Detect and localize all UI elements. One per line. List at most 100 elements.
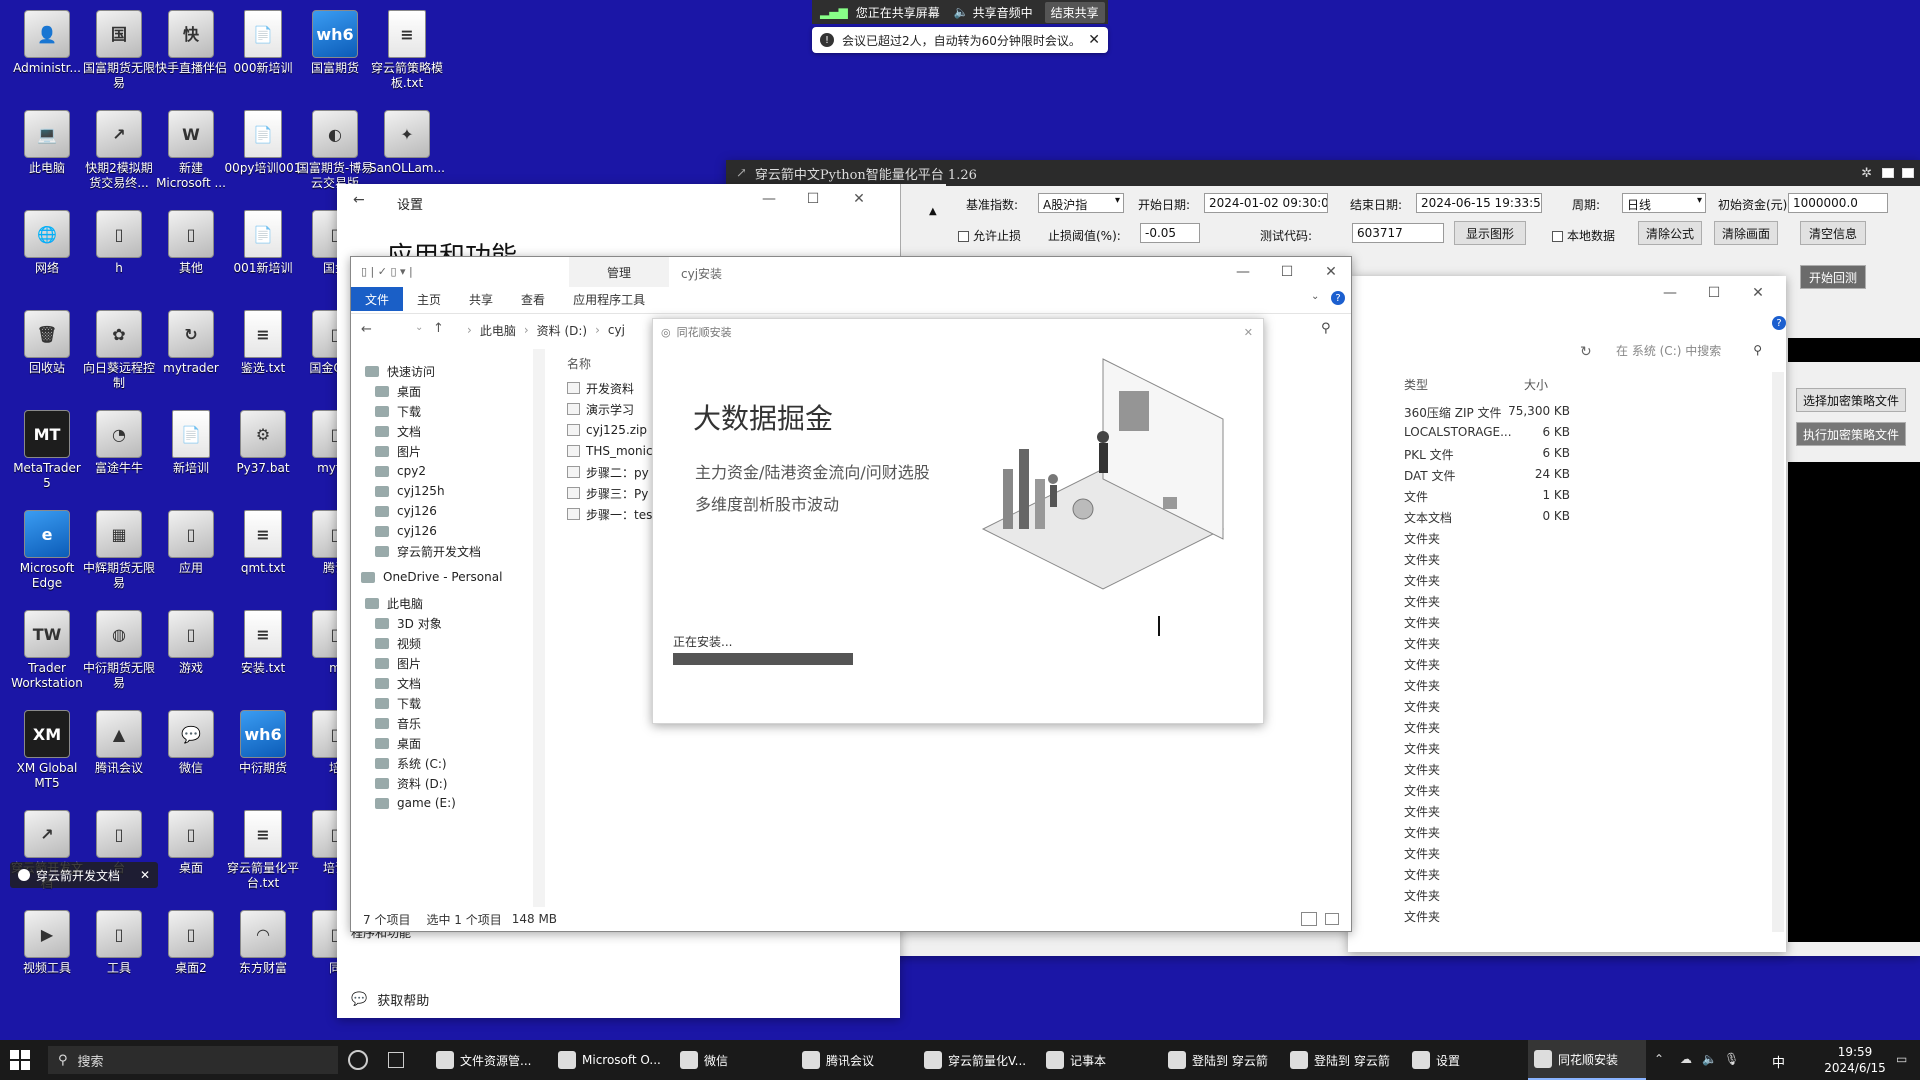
period-select[interactable]: 日线 ▾ [1622,193,1706,213]
table-row[interactable]: 360压缩 ZIP 文件 75,300 KB [1348,404,1708,425]
desktop-icon[interactable]: 📄 新培训 [152,406,230,502]
minimize-button[interactable]: — [1648,276,1692,310]
desktop-icon[interactable]: ◠ 东方财富 [224,906,302,1002]
details-view-icon[interactable] [1301,912,1317,926]
taskbar-app[interactable]: 记事本 [1040,1040,1158,1080]
taskbar-app[interactable]: 穿云箭量化V... [918,1040,1036,1080]
desktop-icon[interactable]: 国国富期货无限易 [80,6,158,102]
desktop-icon[interactable]: 💻 此电脑 [8,106,86,202]
benchmark-select[interactable]: A股沪指 ▾ [1038,193,1124,213]
desktop-icon[interactable]: ◔ 富途牛牛 [80,406,158,502]
show-graph-button[interactable]: 显示图形 [1454,221,1526,245]
file-row[interactable]: 演示学习 [567,398,634,420]
column-name[interactable]: 名称 [567,355,591,372]
desktop-icon[interactable]: 📄 00py培训001 [224,106,302,202]
gear-icon[interactable]: ✲ [1861,166,1872,181]
desktop-icon[interactable]: 💬 微信 [152,706,230,802]
desktop-icon[interactable]: ≡ 安装.txt [224,606,302,702]
minimize-button[interactable]: — [747,184,791,214]
allow-stop-checkbox[interactable]: 允许止损 [958,227,1021,244]
breadcrumb-item[interactable]: cyj [608,323,625,337]
scroll-up-icon[interactable]: ▲ [929,206,937,217]
table-row[interactable]: 文件夹 [1348,866,1708,887]
desktop-icon[interactable]: 快快手直播伴侣 [152,6,230,102]
desktop-icon[interactable]: 🗑 回收站 [8,306,86,402]
tray-chevron-icon[interactable]: ⌃ [1654,1052,1664,1066]
desktop-icon[interactable]: ≡ qmt.txt [224,506,302,602]
breadcrumb[interactable]: › 此电脑 › 资料 (D:) › cyj [459,320,625,340]
table-row[interactable]: 文件夹 [1348,677,1708,698]
close-icon[interactable]: ✕ [1088,32,1100,48]
search-icon[interactable]: ⚲ [1321,321,1331,336]
desktop-icon[interactable]: ⚙ Py37.bat [224,406,302,502]
ribbon-tab[interactable]: 文件 [351,287,404,311]
desktop-icon[interactable]: TW Trader Workstation [8,606,86,702]
desktop-icon[interactable]: wh6 国富期货 [296,6,374,102]
up-arrow-icon[interactable]: ↑ [433,321,444,336]
desktop-icon[interactable]: 👤 Administr... [8,6,86,102]
file-row[interactable]: cyj125.zip [567,419,647,441]
desktop-icon[interactable]: ▯ 工具 [80,906,158,1002]
back-arrow-icon[interactable]: ← [353,192,365,208]
desktop-icon[interactable]: 🌐 网络 [8,206,86,302]
run-encrypted-button[interactable]: 执行加密策略文件 [1796,422,1906,446]
column-type[interactable]: 类型 [1404,376,1428,393]
nav-scrollbar[interactable] [533,349,545,909]
desktop-icon[interactable]: ≡ 穿云箭策略模板.txt [368,6,446,102]
taskbar-app[interactable]: 微信 [674,1040,792,1080]
clear-formula-button[interactable]: 清除公式 [1638,221,1702,245]
file-row[interactable]: 开发资料 [567,377,634,399]
column-size[interactable]: 大小 [1524,376,1548,393]
file-row[interactable]: 步骤三：Py [567,482,648,504]
table-row[interactable]: 文件夹 [1348,908,1708,929]
table-row[interactable]: 文件 1 KB [1348,488,1708,509]
help-link[interactable]: 💬 获取帮助 [351,990,429,1009]
desktop-icon[interactable]: ▯ 游戏 [152,606,230,702]
nav-item[interactable]: OneDrive - Personal [351,565,502,589]
desktop-icon[interactable]: ▦ 中辉期货无限易 [80,506,158,602]
help-icon[interactable]: ? [1772,316,1786,330]
minimize-button[interactable]: — [1221,257,1265,287]
ribbon-chevron-icon[interactable]: ⌄ [1311,291,1319,302]
table-row[interactable]: 文件夹 [1348,803,1708,824]
desktop-icon[interactable]: wh6 中衍期货 [224,706,302,802]
restore-icon[interactable] [1882,168,1894,178]
taskbar-app[interactable]: Microsoft O... [552,1040,670,1080]
table-row[interactable]: LOCALSTORAGE... 6 KB [1348,425,1708,446]
table-row[interactable]: 文件夹 [1348,635,1708,656]
desktop-icon[interactable]: ▶ 视频工具 [8,906,86,1002]
ribbon-tab[interactable]: 应用程序工具 [559,287,659,311]
desktop-icon[interactable]: ≡ 鉴选.txt [224,306,302,402]
taskbar-app[interactable]: 腾讯会议 [796,1040,914,1080]
tab-manage[interactable]: 管理 [569,257,669,287]
back-arrow-icon[interactable]: ← [361,322,372,337]
scrollbar[interactable] [1772,372,1784,932]
table-row[interactable]: 文件夹 [1348,824,1708,845]
taskbar-app[interactable]: 同花顺安装 [1528,1040,1646,1080]
table-row[interactable]: DAT 文件 24 KB [1348,467,1708,488]
ribbon-tab[interactable]: 查看 [507,287,559,311]
maximize-button[interactable]: ☐ [1692,276,1736,310]
start-date-field[interactable]: 2024-01-02 09:30:00 [1204,193,1328,213]
breadcrumb-item[interactable]: 资料 (D:) [537,322,587,339]
table-row[interactable]: 文件夹 [1348,845,1708,866]
close-button[interactable]: ✕ [837,184,881,214]
window-icon[interactable] [1902,168,1914,178]
ribbon-tab[interactable]: 主页 [403,287,455,311]
desktop-icon[interactable]: ◍ 中衍期货无限易 [80,606,158,702]
desktop-icon[interactable]: W 新建 Microsoft ... [152,106,230,202]
volume-icon[interactable]: 🔈 [1702,1052,1717,1066]
table-row[interactable]: 文件夹 [1348,740,1708,761]
stop-threshold-field[interactable]: -0.05 [1140,223,1200,243]
capital-field[interactable]: 1000000.0 [1788,193,1888,213]
desktop-icon[interactable]: ↗ 快期2模拟期货交易终... [80,106,158,202]
taskbar-app[interactable]: 登陆到 穿云箭 [1162,1040,1280,1080]
desktop-icon[interactable]: e Microsoft Edge [8,506,86,602]
close-icon[interactable]: ✕ [140,868,150,882]
close-button[interactable]: ✕ [1736,276,1780,310]
desktop-icon[interactable]: ▯ 桌面2 [152,906,230,1002]
taskbar-app[interactable]: 文件资源管... [430,1040,548,1080]
desktop-icon[interactable]: XM XM Global MT5 [8,706,86,802]
ime-indicator[interactable]: 中 [1772,1052,1785,1071]
ribbon-tab[interactable]: 共享 [455,287,507,311]
